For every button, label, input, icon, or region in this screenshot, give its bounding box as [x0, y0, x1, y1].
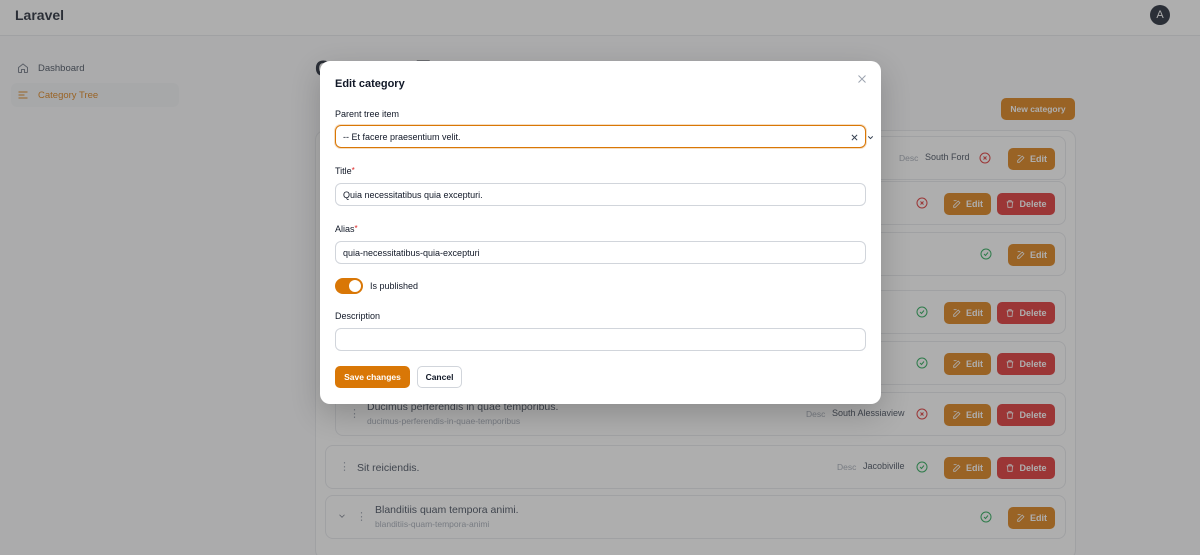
alias-field-value: quia-necessitatibus-quia-excepturi [343, 247, 480, 258]
save-changes-button[interactable]: Save changes [335, 366, 410, 388]
close-icon[interactable] [856, 73, 868, 85]
edit-category-modal: Edit category Parent tree item -- Et fac… [320, 61, 881, 404]
clear-icon[interactable] [850, 133, 859, 142]
alias-label: Alias* [335, 224, 358, 234]
cancel-button[interactable]: Cancel [417, 366, 462, 388]
title-field[interactable]: Quia necessitatibus quia excepturi. [335, 183, 866, 206]
chevron-down-icon[interactable] [866, 133, 875, 142]
description-field[interactable] [335, 328, 866, 351]
alias-field[interactable]: quia-necessitatibus-quia-excepturi [335, 241, 866, 264]
title-label: Title* [335, 166, 355, 176]
published-label: Is published [370, 281, 419, 291]
modal-title: Edit category [335, 78, 405, 90]
parent-select-value: -- Et facere praesentium velit. [343, 131, 461, 142]
title-field-value: Quia necessitatibus quia excepturi. [343, 189, 483, 200]
toggle-knob [349, 280, 361, 292]
description-label: Description [335, 311, 381, 321]
published-toggle[interactable] [335, 278, 363, 294]
parent-select[interactable]: -- Et facere praesentium velit. [335, 125, 874, 148]
parent-label: Parent tree item [335, 109, 400, 119]
